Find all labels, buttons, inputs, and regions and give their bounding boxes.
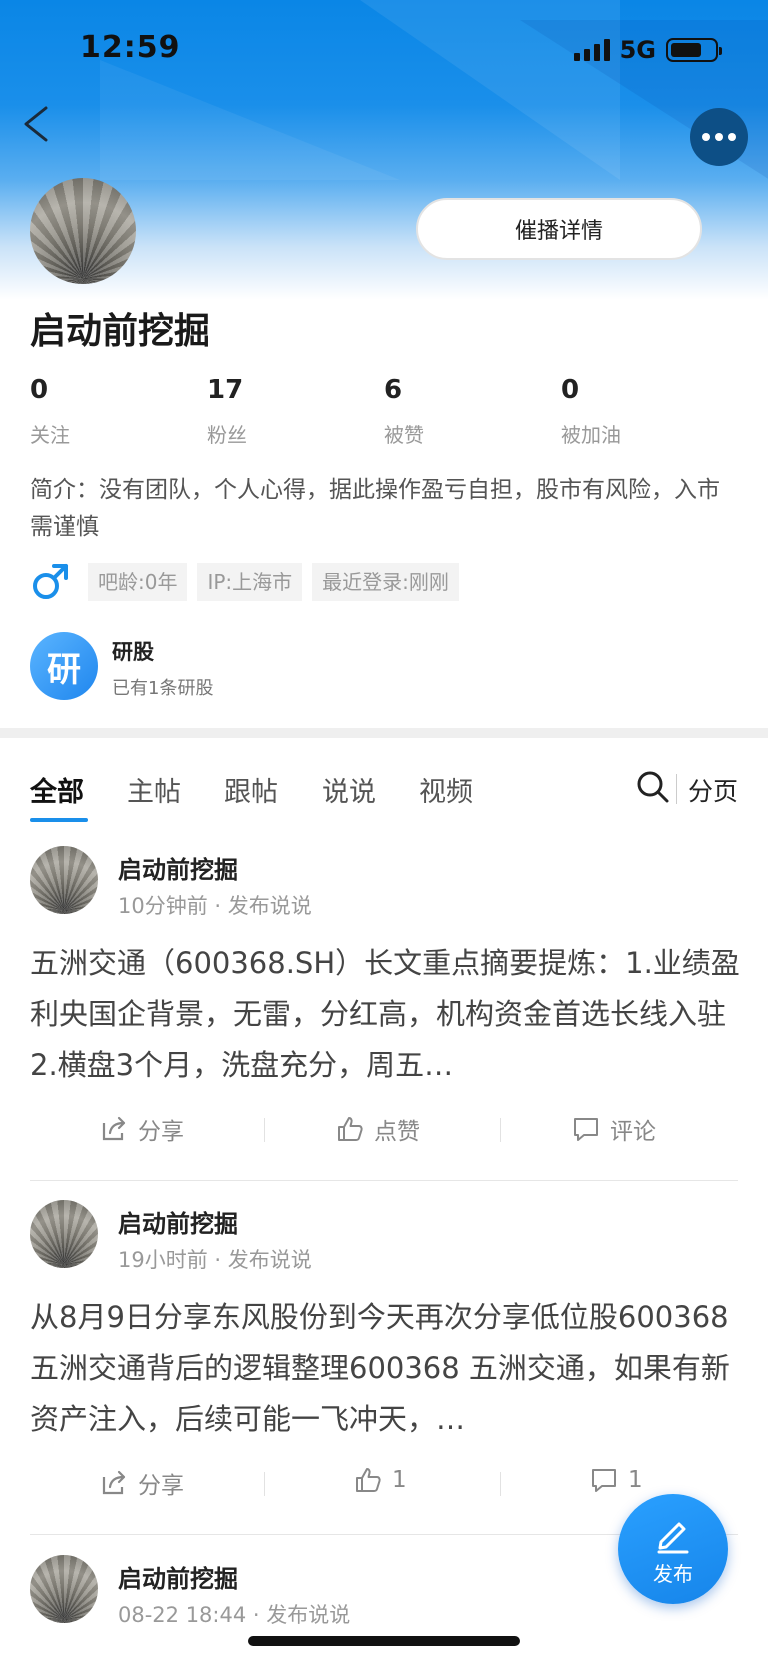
- content-tabs: 全部 主帖 跟帖 说说 视频 分页: [0, 760, 768, 824]
- active-tab-indicator: [30, 818, 88, 822]
- stat-value: 6: [384, 375, 403, 405]
- action-separator: [500, 1118, 501, 1142]
- thumbs-up-icon: [338, 1117, 363, 1141]
- post-meta: 10分钟前 · 发布说说: [118, 894, 312, 918]
- post-avatar[interactable]: [30, 846, 98, 914]
- action-separator: [264, 1118, 265, 1142]
- post-author[interactable]: 启动前挖掘: [118, 1204, 238, 1239]
- tag-bar-age: 吧龄:0年: [88, 563, 188, 601]
- stat-value: 0: [561, 375, 580, 405]
- action-separator: [500, 1472, 501, 1496]
- comment-label: 评论: [610, 1119, 656, 1145]
- battery-icon: [666, 38, 722, 62]
- post-author[interactable]: 启动前挖掘: [118, 850, 238, 885]
- publish-button[interactable]: 发布: [618, 1494, 728, 1604]
- like-count: 1: [392, 1467, 407, 1493]
- share-icon: [102, 1116, 126, 1141]
- share-icon: [102, 1470, 126, 1495]
- post-body[interactable]: 从8月9日分享东风股份到今天再次分享低位股600368五洲交通背后的逻辑整理60…: [30, 1292, 742, 1445]
- avatar[interactable]: [30, 178, 136, 284]
- share-label: 分享: [138, 1119, 184, 1145]
- tab-replies[interactable]: 跟帖: [224, 770, 278, 809]
- promote-details-button[interactable]: 催播详情: [416, 198, 702, 260]
- like-label: 点赞: [374, 1119, 420, 1145]
- stat-likes[interactable]: 6 被赞: [384, 375, 424, 448]
- tab-videos[interactable]: 视频: [419, 770, 473, 809]
- tag-last-login: 最近登录:刚刚: [312, 563, 459, 601]
- post-avatar[interactable]: [30, 1200, 98, 1268]
- stat-value: 17: [207, 375, 244, 405]
- thumbs-up-icon: [356, 1468, 381, 1492]
- stat-followers[interactable]: 17 粉丝: [207, 375, 247, 448]
- like-button[interactable]: 点赞: [336, 1112, 420, 1146]
- pencil-icon: [657, 1522, 689, 1553]
- stat-label: 关注: [30, 423, 70, 447]
- more-dots-icon: [702, 133, 710, 141]
- post-author[interactable]: 启动前挖掘: [118, 1559, 238, 1594]
- post-body[interactable]: 五洲交通（600368.SH）长文重点摘要提炼：1.业绩盈利央国企背景，无雷，分…: [30, 938, 742, 1091]
- comment-button[interactable]: 评论: [572, 1112, 656, 1146]
- tab-shuoshuo[interactable]: 说说: [322, 770, 376, 809]
- share-button[interactable]: 分享: [100, 1112, 184, 1146]
- status-indicators: 5G: [573, 36, 722, 64]
- like-button[interactable]: 1: [354, 1466, 407, 1494]
- profile-tags: 吧龄:0年 IP:上海市 最近登录:刚刚: [30, 562, 459, 602]
- research-title: 研股: [112, 640, 154, 664]
- stat-label: 被加油: [561, 423, 621, 447]
- post-meta: 19小时前 · 发布说说: [118, 1248, 312, 1272]
- stat-label: 粉丝: [207, 423, 247, 447]
- status-bar: 12:59 5G: [0, 0, 768, 100]
- tag-ip-location: IP:上海市: [197, 563, 303, 601]
- profile-name: 启动前挖掘: [30, 311, 211, 352]
- stat-label: 被赞: [384, 423, 424, 447]
- stat-following[interactable]: 0 关注: [30, 375, 70, 448]
- profile-stats: 0 关注 17 粉丝 6 被赞 0 被加油: [30, 375, 730, 448]
- comment-button[interactable]: 1: [590, 1466, 643, 1494]
- action-separator: [264, 1472, 265, 1496]
- profile-bio: 简介：没有团队，个人心得，据此操作盈亏自担，股市有风险，入市需谨慎: [30, 477, 720, 540]
- tab-separator: [676, 774, 677, 804]
- home-indicator: [248, 1636, 520, 1646]
- research-icon: 研: [30, 632, 98, 700]
- comment-icon: [574, 1118, 598, 1141]
- section-divider: [0, 728, 768, 738]
- paging-button[interactable]: 分页: [688, 772, 738, 808]
- stat-value: 0: [30, 375, 49, 405]
- tab-main-posts[interactable]: 主帖: [127, 770, 181, 809]
- chevron-left-icon: [24, 106, 48, 142]
- network-type: 5G: [619, 36, 656, 64]
- research-subtitle: 已有1条研股: [112, 678, 214, 699]
- share-button[interactable]: 分享: [100, 1466, 184, 1500]
- comment-count: 1: [628, 1467, 643, 1493]
- more-options-button[interactable]: [690, 108, 748, 166]
- post-actions: 分享 点赞 评论: [30, 1112, 738, 1148]
- search-icon[interactable]: [636, 770, 670, 804]
- stat-cheers[interactable]: 0 被加油: [561, 375, 621, 448]
- male-gender-icon: [33, 564, 68, 599]
- post-meta: 08-22 18:44 · 发布说说: [118, 1603, 351, 1627]
- back-button[interactable]: [18, 104, 58, 144]
- post-divider: [30, 1180, 738, 1181]
- publish-label: 发布: [653, 1561, 693, 1586]
- post-actions: 分享 1 1: [30, 1466, 738, 1502]
- signal-icon: [573, 39, 610, 61]
- tab-all[interactable]: 全部: [30, 770, 84, 809]
- comment-icon: [592, 1469, 616, 1492]
- status-time: 12:59: [80, 30, 181, 65]
- share-label: 分享: [138, 1473, 184, 1499]
- post-avatar[interactable]: [30, 1555, 98, 1623]
